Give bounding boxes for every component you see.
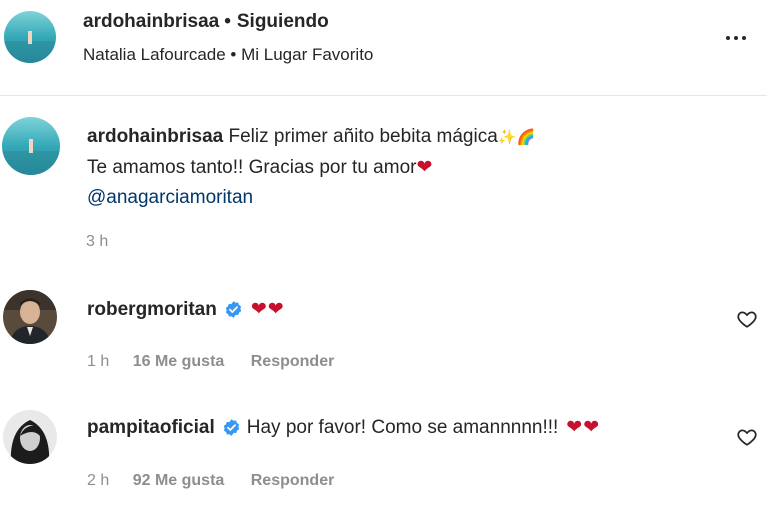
mention-link[interactable]: @anagarciamoritan — [87, 187, 253, 208]
comment-avatar-robergmoritan[interactable] — [3, 290, 57, 344]
comment-meta-pampitaoficial: 2 h 92 Me gusta Responder — [87, 472, 334, 490]
comment-timestamp[interactable]: 2 h — [87, 472, 109, 489]
sparkles-rainbow-icon: ✨🌈 — [497, 129, 536, 146]
comment-like-button[interactable] — [736, 308, 758, 330]
comment-meta-robergmoritan: 1 h 16 Me gusta Responder — [87, 353, 334, 371]
comment-timestamp[interactable]: 1 h — [87, 353, 109, 370]
author-avatar[interactable] — [4, 11, 56, 63]
comment-pampitaoficial: pampitaoficial Hay por favor! Como se am… — [87, 416, 600, 439]
caption-line-2: Te amamos tanto!! Gracias por tu amor❤ — [87, 153, 707, 183]
reply-button[interactable]: Responder — [251, 472, 335, 489]
caption-line-3: @anagarciamoritan — [87, 183, 707, 213]
follow-status[interactable]: Siguiendo — [237, 11, 329, 32]
heart-outline-icon — [737, 311, 757, 328]
hearts-emoji: ❤❤ — [250, 299, 285, 320]
post-header: ardohainbrisaa • Siguiendo Natalia Lafourc… — [0, 0, 767, 96]
hearts-emoji: ❤❤ — [566, 417, 601, 438]
comment-likes-count[interactable]: 92 Me gusta — [133, 472, 225, 489]
header-title: ardohainbrisaa • Siguiendo — [83, 11, 329, 33]
caption-line-1: ardohainbrisaa Feliz primer añito bebita… — [87, 122, 707, 153]
caption-line2-text: Te amamos tanto!! Gracias por tu amor — [87, 157, 417, 178]
comment-body-text: Hay por favor! Como se amannnnn!!! — [246, 416, 559, 438]
author-username[interactable]: ardohainbrisaa — [83, 11, 219, 32]
audio-label[interactable]: Natalia Lafourcade • Mi Lugar Favorito — [83, 45, 373, 65]
heart-outline-icon — [737, 429, 757, 446]
comment-likes-count[interactable]: 16 Me gusta — [133, 353, 225, 370]
caption-text: ardohainbrisaa Feliz primer añito bebita… — [87, 122, 707, 213]
separator-dot: • — [224, 11, 231, 32]
caption-timestamp[interactable]: 3 h — [86, 233, 108, 251]
more-options-button[interactable] — [716, 24, 756, 52]
comment-robergmoritan: robergmoritan ❤❤ — [87, 298, 285, 321]
verified-badge-icon — [222, 418, 241, 437]
comment-like-button[interactable] — [736, 426, 758, 448]
red-heart-icon: ❤ — [416, 157, 433, 178]
caption-line1-text: Feliz primer añito bebita mágica — [228, 126, 498, 147]
reply-button[interactable]: Responder — [251, 353, 335, 370]
verified-badge-icon — [224, 300, 243, 319]
comment-username[interactable]: pampitaoficial — [87, 417, 215, 439]
comment-avatar-pampitaoficial[interactable] — [3, 410, 57, 464]
caption-username[interactable]: ardohainbrisaa — [87, 126, 223, 147]
caption-avatar[interactable] — [2, 117, 60, 175]
more-horizontal-icon — [726, 36, 730, 40]
comment-username[interactable]: robergmoritan — [87, 299, 217, 321]
